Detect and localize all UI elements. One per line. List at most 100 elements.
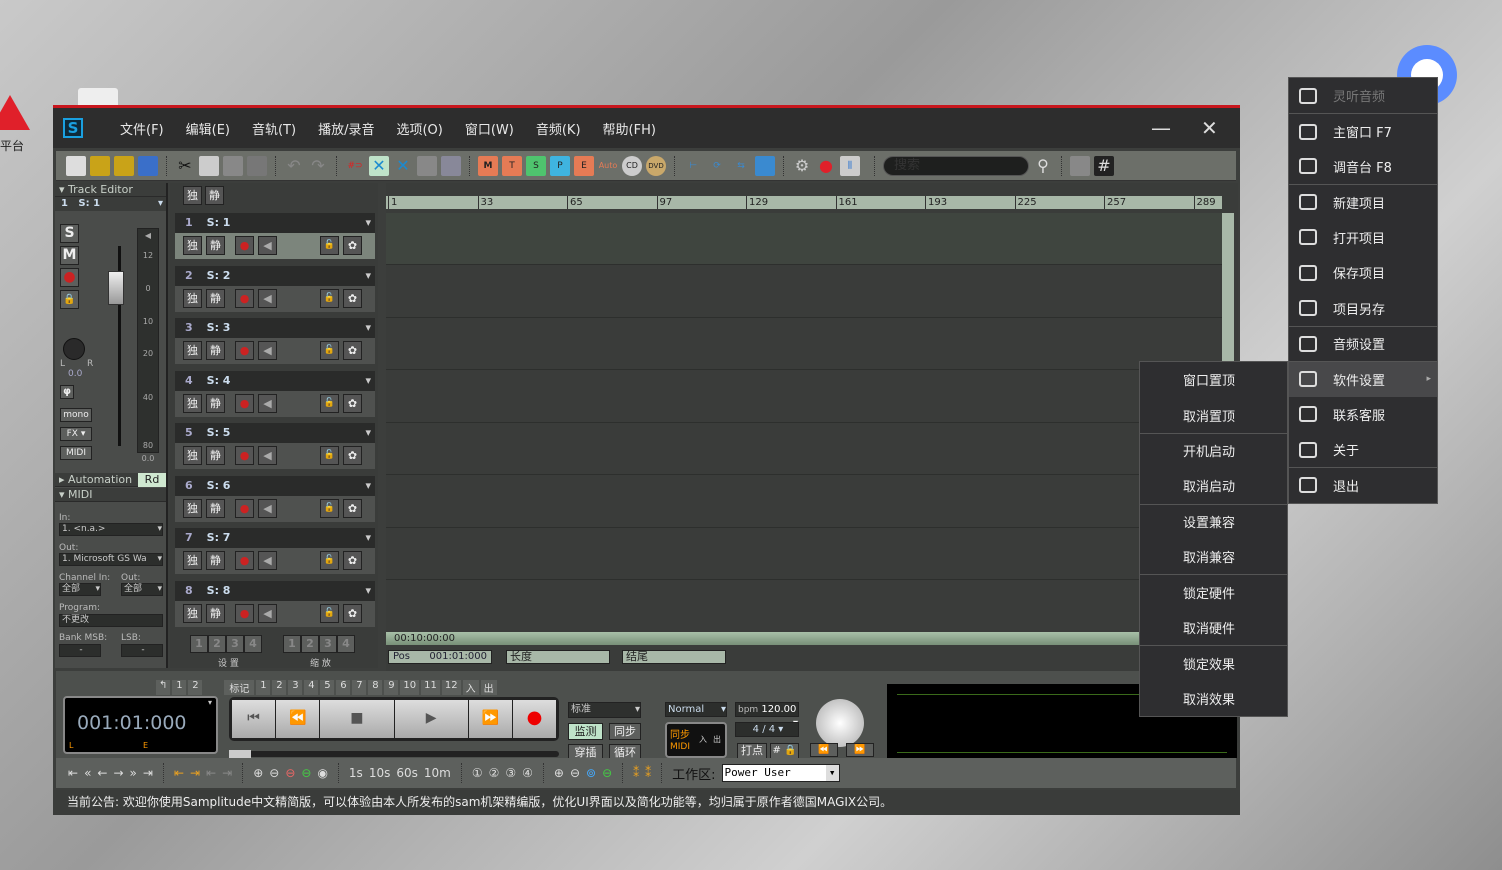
track-record-button[interactable]: ● [235,603,254,623]
track-record-button[interactable]: ● [235,551,254,570]
tray-menu-item[interactable]: 调音台 F8 [1289,149,1437,184]
automation-header[interactable]: ▸ Automation Rd [55,473,166,487]
marker-t-icon[interactable]: T [502,155,522,176]
vzoom-out-icon[interactable]: ⊖ [570,766,580,780]
automation-mode-button[interactable]: Rd [138,473,166,487]
menu-file[interactable]: 文件(F) [109,119,175,138]
track-fx-icon[interactable]: ✿ [343,393,362,413]
open-folder-icon[interactable] [90,155,110,176]
track-header[interactable]: 6 S: 6 ▾ 独静 ● ◀ 🔓 ✿ [175,475,375,524]
paste-special-icon[interactable] [247,155,267,176]
track-menu-chevron-icon[interactable]: ▾ [365,371,371,391]
track-lane[interactable] [386,423,1222,475]
program-field[interactable]: 不更改 [59,614,163,627]
bank-msb-field[interactable]: - [59,644,101,657]
go-start-icon[interactable]: ⇤ [68,766,78,780]
page-icon[interactable] [1070,155,1090,176]
pan-knob[interactable] [63,338,85,360]
tray-menu-item[interactable]: 新建项目 [1289,184,1437,219]
next-marker-icon[interactable]: » [130,766,137,780]
submenu-item[interactable]: 开机启动 [1140,432,1287,468]
marker-button[interactable]: 11 [421,680,440,695]
tray-menu-item[interactable]: 主窗口 F7 [1289,113,1437,148]
track-lock-icon[interactable]: 🔓 [320,236,339,255]
track-solo-button[interactable]: 独 [183,446,202,465]
track-lane[interactable] [386,475,1222,528]
stop-button[interactable]: ■ [320,700,394,738]
vzoom-reset-icon[interactable]: ⊚ [586,766,596,780]
go-end-icon[interactable]: ⇥ [143,766,153,780]
track-header[interactable]: 1 S: 1 ▾ 独静 ● ◀ 🔓 ✿ [175,213,375,261]
marker-button[interactable]: 5 [320,680,335,695]
position-slider[interactable] [229,750,559,758]
submenu-item[interactable]: 锁定硬件 [1140,574,1287,609]
step-back-icon[interactable]: ← [97,766,107,780]
midi-button[interactable]: MIDI [60,446,92,460]
zoom-60s-button[interactable]: 60s [396,766,418,780]
marker-button[interactable]: 7 [352,680,367,695]
track-lane[interactable] [386,370,1222,423]
track-header[interactable]: 3 S: 3 ▾ 独静 ● ◀ 🔓 ✿ [175,318,375,366]
zoom-in-icon[interactable]: ⊕ [253,766,263,780]
set-loop-end-icon[interactable]: ⇥ [190,766,200,780]
track-monitor-speaker-icon[interactable]: ◀ [258,288,277,308]
zoom-preset-button[interactable]: 4 [337,635,355,653]
mono-button[interactable]: mono [60,408,92,422]
step-forward-icon[interactable]: → [113,766,123,780]
tray-menu-item[interactable]: 灵听音频 [1289,78,1437,113]
track-editor-header[interactable]: ▾ Track Editor [55,183,166,197]
lock-button[interactable]: 🔒 [60,290,79,309]
menu-track[interactable]: 音轨(T) [241,119,307,138]
cd-icon[interactable]: CD [622,155,642,176]
zoom-1s-button[interactable]: 1s [349,766,363,780]
submenu-item[interactable]: 窗口置顶 [1140,362,1287,397]
track-lane[interactable] [386,580,1222,633]
midi-header[interactable]: ▾ MIDI [55,488,166,502]
track-fx-icon[interactable]: ✿ [343,551,362,570]
track-menu-chevron-icon[interactable]: ▾ [365,266,371,286]
global-mute-button[interactable]: 静 [205,186,224,205]
track-fx-icon[interactable]: ✿ [343,236,362,255]
track-lock-icon[interactable]: 🔓 [320,341,339,360]
minimize-button[interactable]: — [1151,116,1171,140]
track-lane[interactable] [386,318,1222,370]
menu-edit[interactable]: 编辑(E) [175,119,241,138]
crossfade-icon[interactable]: ✕ [369,155,389,176]
copy-icon[interactable] [199,155,219,176]
jog-rewind-button[interactable]: ⏪ [810,743,838,757]
tray-menu-item[interactable]: 软件设置 ▸ [1289,361,1437,397]
track-title-bar[interactable]: 3 S: 3 ▾ [175,318,375,338]
track-monitor-speaker-icon[interactable]: ◀ [258,551,277,570]
tray-menu-item[interactable]: 保存项目 [1289,255,1437,290]
track-menu-chevron-icon[interactable]: ▾ [365,423,371,443]
track-fx-icon[interactable]: ✿ [343,288,362,308]
jog-forward-button[interactable]: ⏩ [846,743,874,757]
track-title-bar[interactable]: 4 S: 4 ▾ [175,370,375,391]
track-solo-button[interactable]: 独 [183,551,202,570]
marker-button[interactable]: 4 [304,680,319,695]
track-title-bar[interactable]: 5 S: 5 ▾ [175,423,375,443]
time-display[interactable]: 001:01:000 L E ▾ [63,696,218,754]
track-name[interactable]: S: 2 [207,269,231,282]
track-lane[interactable] [386,265,1222,318]
close-button[interactable]: ✕ [1201,116,1218,140]
tray-menu-item[interactable]: 音频设置 [1289,325,1437,361]
marker-left-icon[interactable]: ⇤ [206,766,216,780]
preset-3-icon[interactable]: ③ [505,766,516,780]
preset-4-icon[interactable]: ④ [522,766,533,780]
track-lock-icon[interactable]: 🔓 [320,603,339,623]
set-loop-start-icon[interactable]: ⇤ [174,766,184,780]
track-title-bar[interactable]: 2 S: 2 ▾ [175,265,375,286]
track-mute-button[interactable]: 静 [206,551,225,570]
open-audio-icon[interactable] [114,155,134,176]
volume-fader-handle[interactable] [108,271,124,305]
settings-gear-icon[interactable]: ⚙ [792,156,812,176]
track-name[interactable]: S: 7 [207,531,231,544]
record-icon[interactable]: ● [816,156,836,176]
record-mode-select[interactable]: 标准 ▾ [568,702,641,718]
marker-button[interactable]: 9 [384,680,399,695]
marker-m-icon[interactable]: M [478,155,498,176]
track-mute-button[interactable]: 静 [206,446,225,465]
submenu-item[interactable]: 取消兼容 [1140,539,1287,574]
track-monitor-speaker-icon[interactable]: ◀ [258,603,277,623]
